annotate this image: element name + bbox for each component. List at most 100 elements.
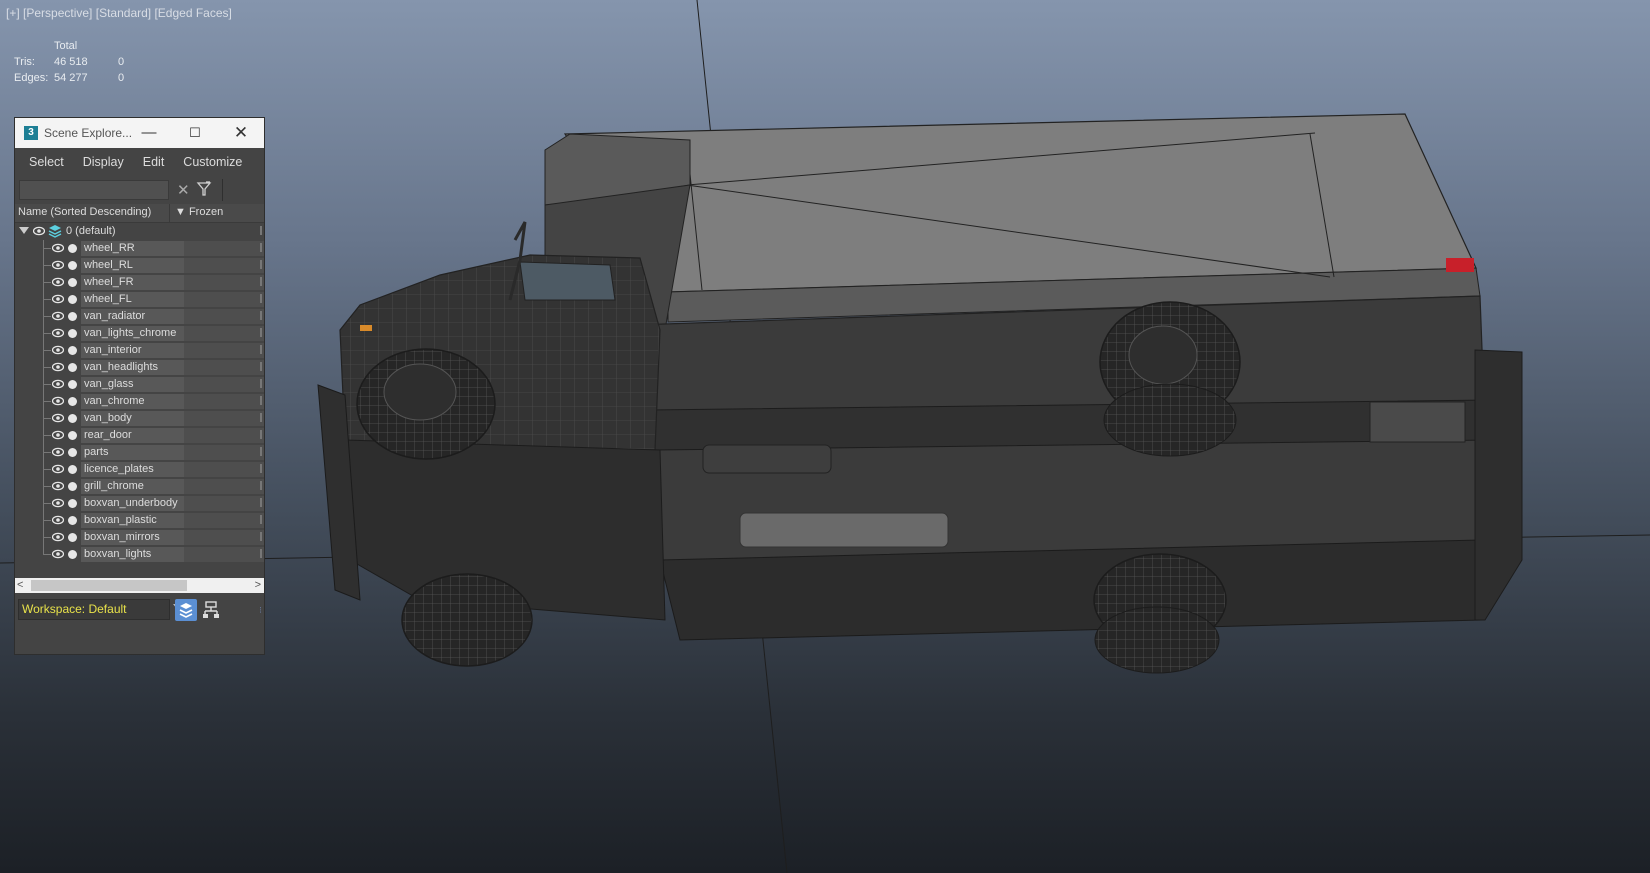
object-row[interactable]: van_chrome [15, 393, 264, 410]
frozen-cell[interactable] [184, 513, 264, 528]
frozen-cell[interactable] [184, 275, 264, 290]
object-dot-icon[interactable] [68, 261, 77, 270]
collapse-arrow-icon[interactable] [19, 227, 29, 234]
object-row[interactable]: van_glass [15, 376, 264, 393]
object-row[interactable]: wheel_RL [15, 257, 264, 274]
object-row[interactable]: rear_door [15, 427, 264, 444]
menu-customize[interactable]: Customize [183, 155, 242, 169]
object-dot-icon[interactable] [68, 533, 77, 542]
visibility-eye-icon[interactable] [52, 430, 64, 440]
scroll-left-arrow-icon[interactable]: < [17, 578, 23, 593]
menu-edit[interactable]: Edit [143, 155, 165, 169]
object-row[interactable]: van_headlights [15, 359, 264, 376]
frozen-cell[interactable] [184, 360, 264, 375]
scrollbar-thumb[interactable] [31, 580, 187, 591]
object-row[interactable]: licence_plates [15, 461, 264, 478]
menu-select[interactable]: Select [29, 155, 64, 169]
frozen-cell[interactable] [184, 326, 264, 341]
object-row[interactable]: grill_chrome [15, 478, 264, 495]
visibility-eye-icon[interactable] [52, 362, 64, 372]
visibility-eye-icon[interactable] [52, 413, 64, 423]
object-row[interactable]: van_radiator [15, 308, 264, 325]
object-dot-icon[interactable] [68, 295, 77, 304]
frozen-cell[interactable] [184, 462, 264, 477]
frozen-cell[interactable] [184, 445, 264, 460]
frozen-cell[interactable] [184, 377, 264, 392]
object-dot-icon[interactable] [68, 448, 77, 457]
object-row[interactable]: van_interior [15, 342, 264, 359]
visibility-eye-icon[interactable] [33, 226, 45, 236]
scroll-right-arrow-icon[interactable]: > [255, 578, 261, 593]
object-dot-icon[interactable] [68, 397, 77, 406]
frozen-cell[interactable] [184, 479, 264, 494]
visibility-eye-icon[interactable] [52, 532, 64, 542]
object-dot-icon[interactable] [68, 346, 77, 355]
viewport-menu-edged-faces[interactable]: [Edged Faces] [154, 6, 231, 20]
object-row[interactable]: van_body [15, 410, 264, 427]
scene-explorer-window[interactable]: 3 Scene Explore... — ☐ ✕ Select Display … [14, 117, 265, 655]
filter-icon[interactable] [196, 180, 212, 198]
object-row[interactable]: boxvan_underbody [15, 495, 264, 512]
object-dot-icon[interactable] [68, 363, 77, 372]
frozen-cell[interactable] [184, 309, 264, 324]
frozen-cell[interactable] [184, 428, 264, 443]
object-dot-icon[interactable] [68, 465, 77, 474]
object-row[interactable]: boxvan_mirrors [15, 529, 264, 546]
viewport-menu-plus[interactable]: [+] [6, 6, 20, 20]
visibility-eye-icon[interactable] [52, 549, 64, 559]
frozen-cell[interactable] [184, 241, 264, 256]
layer-row-default[interactable]: 0 (default) [15, 223, 264, 240]
object-row[interactable]: boxvan_plastic [15, 512, 264, 529]
object-dot-icon[interactable] [68, 482, 77, 491]
clear-search-icon[interactable]: ✕ [177, 181, 190, 199]
object-dot-icon[interactable] [68, 550, 77, 559]
object-dot-icon[interactable] [68, 312, 77, 321]
visibility-eye-icon[interactable] [52, 311, 64, 321]
visibility-eye-icon[interactable] [52, 481, 64, 491]
visibility-eye-icon[interactable] [52, 498, 64, 508]
visibility-eye-icon[interactable] [52, 260, 64, 270]
visibility-eye-icon[interactable] [52, 515, 64, 525]
visibility-eye-icon[interactable] [52, 396, 64, 406]
visibility-eye-icon[interactable] [52, 345, 64, 355]
object-dot-icon[interactable] [68, 329, 77, 338]
minimize-button[interactable]: — [126, 118, 172, 148]
visibility-eye-icon[interactable] [52, 379, 64, 389]
resize-grip-icon[interactable]: ⁝ [259, 605, 262, 616]
search-input[interactable] [19, 180, 169, 200]
object-dot-icon[interactable] [68, 516, 77, 525]
close-button[interactable]: ✕ [218, 118, 264, 148]
sort-by-hierarchy-button[interactable] [200, 599, 222, 621]
object-dot-icon[interactable] [68, 278, 77, 287]
menu-display[interactable]: Display [83, 155, 124, 169]
object-row[interactable]: parts [15, 444, 264, 461]
object-dot-icon[interactable] [68, 414, 77, 423]
object-row[interactable]: wheel_FR [15, 274, 264, 291]
column-frozen-header[interactable]: ▼ Frozen [175, 206, 223, 218]
object-row[interactable]: boxvan_lights [15, 546, 264, 563]
object-row[interactable]: wheel_RR [15, 240, 264, 257]
object-row[interactable]: wheel_FL [15, 291, 264, 308]
viewport-menu-shading[interactable]: [Standard] [96, 6, 151, 20]
column-name-header[interactable]: Name (Sorted Descending) [18, 206, 151, 218]
visibility-eye-icon[interactable] [52, 464, 64, 474]
visibility-eye-icon[interactable] [52, 277, 64, 287]
maximize-button[interactable]: ☐ [172, 118, 218, 148]
frozen-cell[interactable] [184, 292, 264, 307]
viewport-menu-perspective[interactable]: [Perspective] [23, 6, 92, 20]
frozen-cell[interactable] [184, 496, 264, 511]
object-row[interactable]: van_lights_chrome [15, 325, 264, 342]
frozen-cell[interactable] [184, 411, 264, 426]
object-dot-icon[interactable] [68, 380, 77, 389]
frozen-cell[interactable] [184, 547, 264, 562]
frozen-cell[interactable] [184, 530, 264, 545]
sort-by-layers-button[interactable] [175, 599, 197, 621]
layer-stack-icon[interactable] [48, 224, 62, 238]
visibility-eye-icon[interactable] [52, 447, 64, 457]
column-divider[interactable] [169, 204, 170, 222]
visibility-eye-icon[interactable] [52, 243, 64, 253]
frozen-cell[interactable] [184, 258, 264, 273]
scene-explorer-titlebar[interactable]: 3 Scene Explore... — ☐ ✕ [15, 118, 264, 148]
workspace-dropdown[interactable]: Workspace: Default [18, 599, 170, 620]
visibility-eye-icon[interactable] [52, 328, 64, 338]
